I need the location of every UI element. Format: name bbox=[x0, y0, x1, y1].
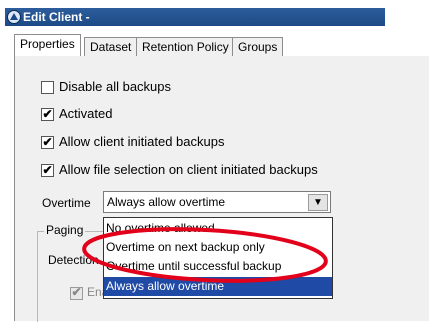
overtime-label: Overtime bbox=[42, 196, 91, 210]
tab-properties[interactable]: Properties bbox=[14, 34, 81, 57]
option-always-allow-overtime[interactable]: Always allow overtime bbox=[104, 277, 332, 296]
detection-label: Detection bbox=[48, 253, 99, 267]
tab-retention-policy[interactable]: Retention Policy bbox=[136, 37, 235, 56]
checkbox-label: Allow file selection on client initiated… bbox=[59, 162, 318, 177]
checkbox-box[interactable] bbox=[41, 81, 54, 94]
paging-groupbox bbox=[37, 231, 108, 322]
chevron-down-icon[interactable]: ▼ bbox=[308, 194, 328, 211]
tab-groups[interactable]: Groups bbox=[232, 37, 284, 56]
app-logo-icon bbox=[7, 10, 21, 24]
enabled-checkbox[interactable]: ✔ bbox=[70, 285, 83, 300]
option-overtime-next-backup[interactable]: Overtime on next backup only bbox=[104, 238, 332, 257]
title-bar: Edit Client - bbox=[5, 8, 385, 26]
checkbox-label: Activated bbox=[59, 106, 113, 121]
checkbox-label: Disable all backups bbox=[59, 79, 172, 94]
checkbox-box[interactable]: ✔ bbox=[41, 107, 54, 121]
overtime-select[interactable]: Always allow overtime ▼ bbox=[103, 191, 331, 213]
overtime-dropdown-list: No overtime allowed Overtime on next bac… bbox=[103, 217, 333, 299]
checkbox-box[interactable]: ✔ bbox=[41, 135, 54, 149]
checkbox-box[interactable]: ✔ bbox=[41, 163, 54, 177]
option-no-overtime[interactable]: No overtime allowed bbox=[104, 219, 332, 238]
window-title: Edit Client - bbox=[23, 10, 90, 24]
check-icon: ✔ bbox=[42, 163, 53, 177]
option-overtime-until-successful[interactable]: Overtime until successful backup bbox=[104, 257, 332, 276]
check-icon: ✔ bbox=[42, 107, 53, 121]
check-icon: ✔ bbox=[71, 285, 82, 299]
overtime-selected-value: Always allow overtime bbox=[107, 195, 226, 209]
checkbox-label: Allow client initiated backups bbox=[59, 134, 225, 149]
tab-dataset[interactable]: Dataset bbox=[84, 37, 138, 56]
check-icon: ✔ bbox=[42, 135, 53, 149]
tab-strip: Properties Dataset Retention Policy Grou… bbox=[14, 34, 429, 57]
paging-group-label: Paging bbox=[44, 223, 86, 237]
